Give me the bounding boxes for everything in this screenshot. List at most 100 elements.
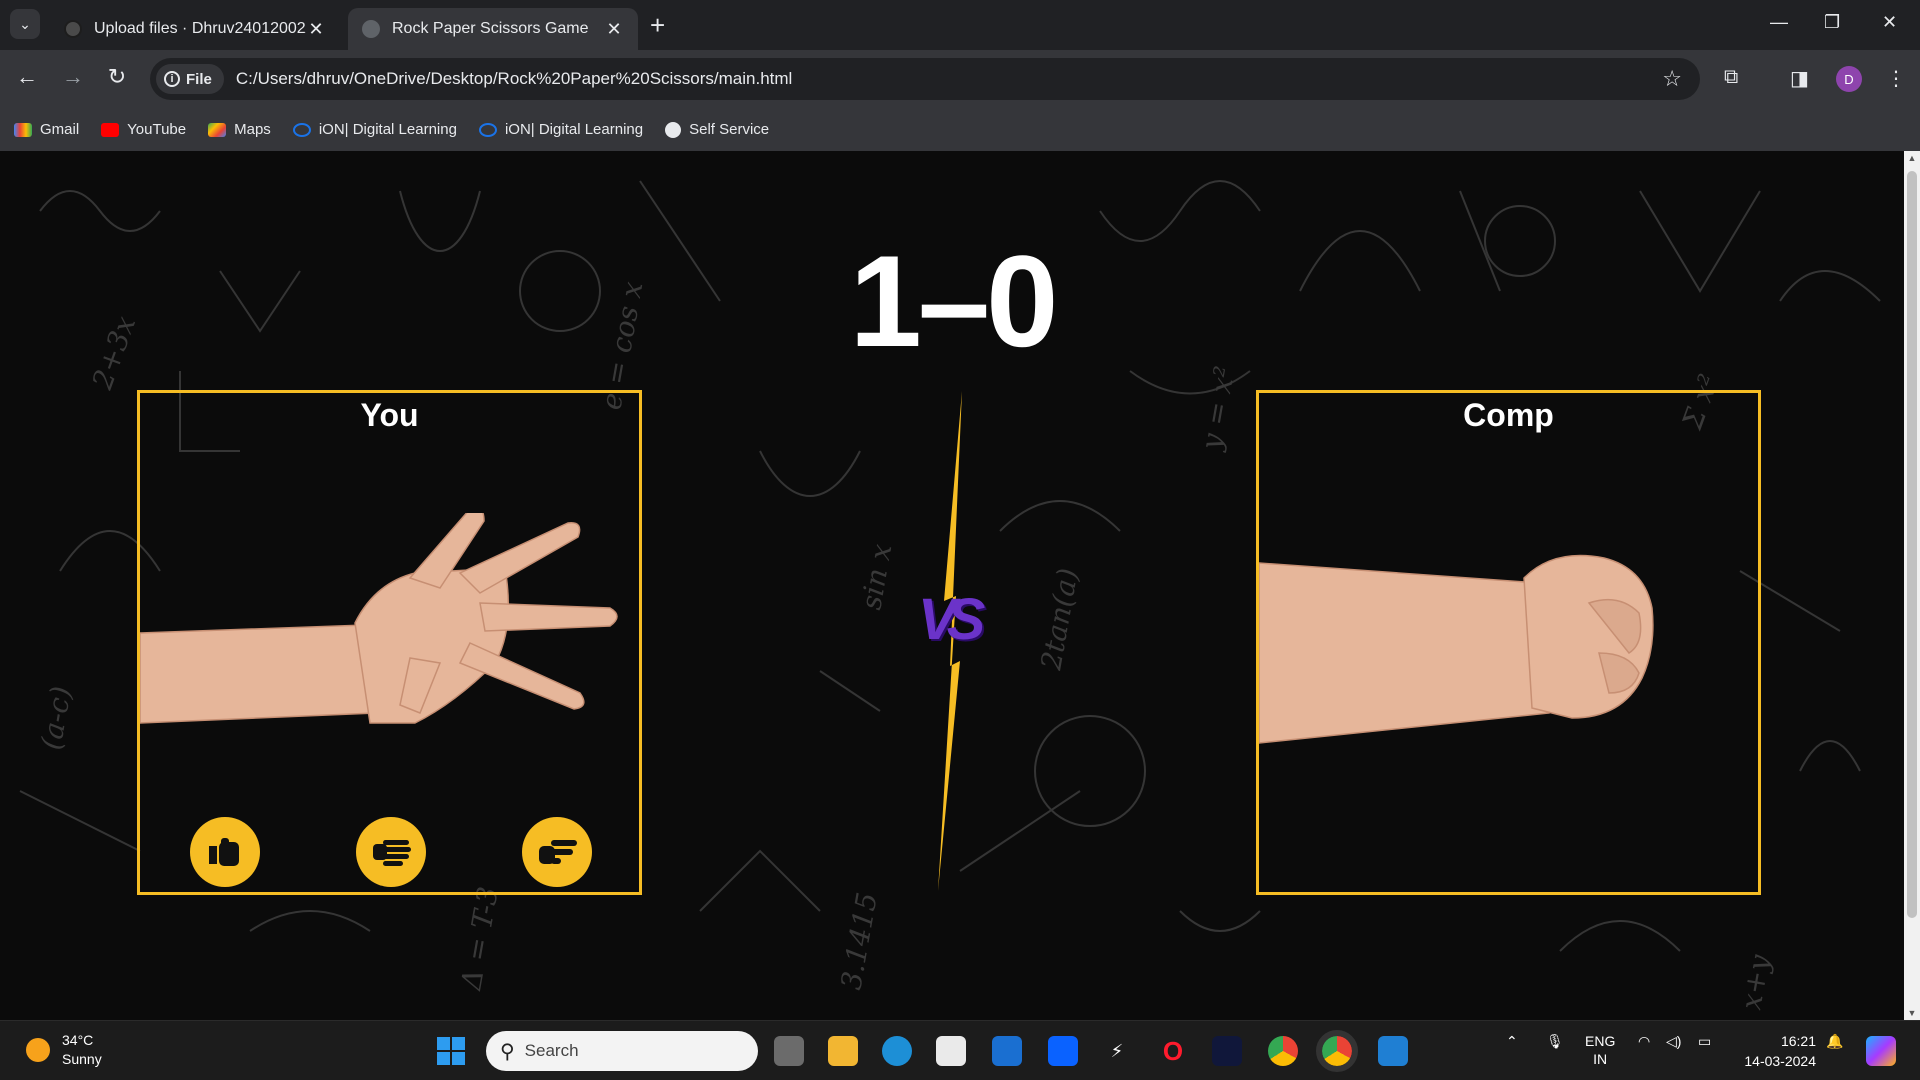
windows-logo-icon xyxy=(437,1037,465,1065)
page-scrollbar[interactable]: ▲ ▼ xyxy=(1904,151,1920,1020)
score-display: 1–0 xyxy=(849,228,1059,374)
language-indicator[interactable]: ENG IN xyxy=(1585,1032,1615,1068)
svg-text:y = x²: y = x² xyxy=(1194,364,1241,455)
tab-title: Upload files · Dhruv24012002/R xyxy=(94,20,306,37)
restore-button[interactable]: ❐ xyxy=(1824,12,1840,33)
close-window-button[interactable]: ✕ xyxy=(1882,12,1897,33)
scroll-thumb[interactable] xyxy=(1907,171,1917,918)
edge-icon[interactable] xyxy=(882,1036,912,1066)
tab-upload-files[interactable]: Upload files · Dhruv24012002/R ✕ xyxy=(50,8,340,50)
bookmark-label: YouTube xyxy=(127,121,187,138)
disney-hotstar-icon[interactable] xyxy=(1212,1036,1242,1066)
file-explorer-icon[interactable] xyxy=(828,1036,858,1066)
chrome-icon[interactable] xyxy=(1268,1036,1298,1066)
youtube-icon xyxy=(101,122,120,137)
site-info-chip[interactable]: i File xyxy=(156,64,224,94)
scissors-hand-icon xyxy=(539,840,577,864)
dropbox-icon[interactable] xyxy=(1048,1036,1078,1066)
tab-search-button[interactable]: ⌄ xyxy=(10,9,40,39)
show-hidden-icons-chevron-icon[interactable]: ⌃ xyxy=(1506,1033,1518,1050)
bookmark-maps[interactable]: Maps xyxy=(208,121,271,138)
task-view-icon[interactable] xyxy=(774,1036,804,1066)
bookmark-ion-1[interactable]: iON| Digital Learning xyxy=(292,121,457,138)
scroll-up-arrow-icon[interactable]: ▲ xyxy=(1904,153,1920,163)
address-bar[interactable]: i File C:/Users/dhruv/OneDrive/Desktop/R… xyxy=(150,58,1700,100)
weather-widget[interactable]: 34°C Sunny xyxy=(26,1031,102,1069)
svg-text:(a-c): (a-c) xyxy=(34,684,78,752)
svg-text:2tan(a): 2tan(a) xyxy=(1034,566,1084,674)
svg-text:3.1415: 3.1415 xyxy=(834,890,884,992)
clock[interactable]: 16:21 14-03-2024 xyxy=(1738,1031,1816,1071)
new-tab-button[interactable]: + xyxy=(650,12,665,38)
ion-icon xyxy=(478,122,497,137)
svg-text:x+y: x+y xyxy=(1734,951,1776,1012)
gmail-icon xyxy=(14,122,32,137)
bookmark-label: iON| Digital Learning xyxy=(318,121,457,138)
computer-hand-rock xyxy=(1259,554,1654,744)
lightning-app-icon[interactable]: ⚡ xyxy=(1102,1036,1132,1066)
windows-taskbar: 34°C Sunny ⚲ Search ⚡ O ⌃ 🎙 ENG IN ◠ ◁) … xyxy=(0,1020,1920,1080)
lang-bottom: IN xyxy=(1593,1051,1608,1067)
bookmark-youtube[interactable]: YouTube xyxy=(101,121,186,138)
globe-icon xyxy=(362,20,380,38)
svg-text:sin x: sin x xyxy=(854,541,898,612)
bookmark-self-service[interactable]: Self Service xyxy=(665,121,769,138)
clock-time: 16:21 xyxy=(1780,1033,1816,1049)
chrome-active-icon[interactable] xyxy=(1316,1030,1358,1072)
copilot-icon[interactable] xyxy=(1866,1036,1896,1066)
vscode-icon[interactable] xyxy=(1378,1036,1408,1066)
browser-toolbar: ← → ↻ i File C:/Users/dhruv/OneDrive/Des… xyxy=(0,50,1920,108)
bookmark-label: Gmail xyxy=(40,121,80,138)
store-icon[interactable] xyxy=(936,1036,966,1066)
player-label: You xyxy=(360,397,419,433)
url-text[interactable]: C:/Users/dhruv/OneDrive/Desktop/Rock%20P… xyxy=(236,69,1662,89)
bookmark-label: Self Service xyxy=(689,121,770,138)
choose-rock-button[interactable] xyxy=(190,817,260,887)
weather-desc: Sunny xyxy=(62,1051,102,1067)
notification-bell-icon[interactable]: 🔔 xyxy=(1826,1033,1843,1050)
file-chip-label: File xyxy=(186,70,212,88)
battery-icon[interactable]: ▭ xyxy=(1698,1033,1711,1050)
start-button[interactable] xyxy=(436,1036,466,1066)
player-panel: You xyxy=(137,390,642,895)
bookmark-star-icon[interactable]: ☆ xyxy=(1662,66,1682,92)
bookmark-label: iON| Digital Learning xyxy=(504,121,644,138)
choose-paper-button[interactable] xyxy=(356,817,426,887)
minimize-button[interactable]: — xyxy=(1770,12,1788,33)
extensions-icon[interactable]: ⧉ xyxy=(1724,66,1738,89)
rock-hand-icon xyxy=(209,838,239,866)
menu-kebab-icon[interactable]: ⋮ xyxy=(1886,66,1906,91)
info-icon: i xyxy=(164,71,180,87)
mail-icon[interactable] xyxy=(992,1036,1022,1066)
game-page: 2+3x e = cos x y = x² Σ x² (a-c) sin x 2… xyxy=(0,151,1904,1020)
opera-icon[interactable]: O xyxy=(1158,1036,1188,1066)
tab-rock-paper-scissors[interactable]: Rock Paper Scissors Game ✕ xyxy=(348,8,638,50)
bookmark-gmail[interactable]: Gmail xyxy=(14,121,79,138)
globe-icon xyxy=(665,121,682,138)
search-icon: ⚲ xyxy=(500,1040,515,1063)
taskbar-search[interactable]: ⚲ Search xyxy=(486,1031,758,1071)
computer-panel: Comp xyxy=(1256,390,1761,895)
microphone-icon[interactable]: 🎙 xyxy=(1546,1033,1564,1050)
choose-scissors-button[interactable] xyxy=(522,817,592,887)
close-tab-icon[interactable]: ✕ xyxy=(306,19,326,40)
back-button[interactable]: ← xyxy=(12,64,42,90)
bookmark-ion-2[interactable]: iON| Digital Learning xyxy=(478,121,644,138)
profile-avatar[interactable]: D xyxy=(1836,66,1862,92)
volume-icon[interactable]: ◁) xyxy=(1666,1033,1681,1050)
forward-button[interactable]: → xyxy=(58,64,88,90)
ion-icon xyxy=(292,122,311,137)
clock-date: 14-03-2024 xyxy=(1744,1053,1816,1069)
reload-button[interactable]: ↻ xyxy=(102,64,132,90)
lang-top: ENG xyxy=(1585,1033,1616,1049)
side-panel-icon[interactable]: ◨ xyxy=(1790,66,1809,91)
github-icon xyxy=(64,20,82,38)
weather-temp: 34°C xyxy=(62,1032,94,1048)
vs-label: VS xyxy=(918,587,985,652)
close-tab-icon[interactable]: ✕ xyxy=(604,19,624,40)
scroll-down-arrow-icon[interactable]: ▼ xyxy=(1904,1008,1920,1018)
sun-icon xyxy=(26,1038,50,1062)
paper-hand-icon xyxy=(373,840,411,866)
bookmark-label: Maps xyxy=(234,121,271,138)
wifi-icon[interactable]: ◠ xyxy=(1638,1033,1650,1050)
